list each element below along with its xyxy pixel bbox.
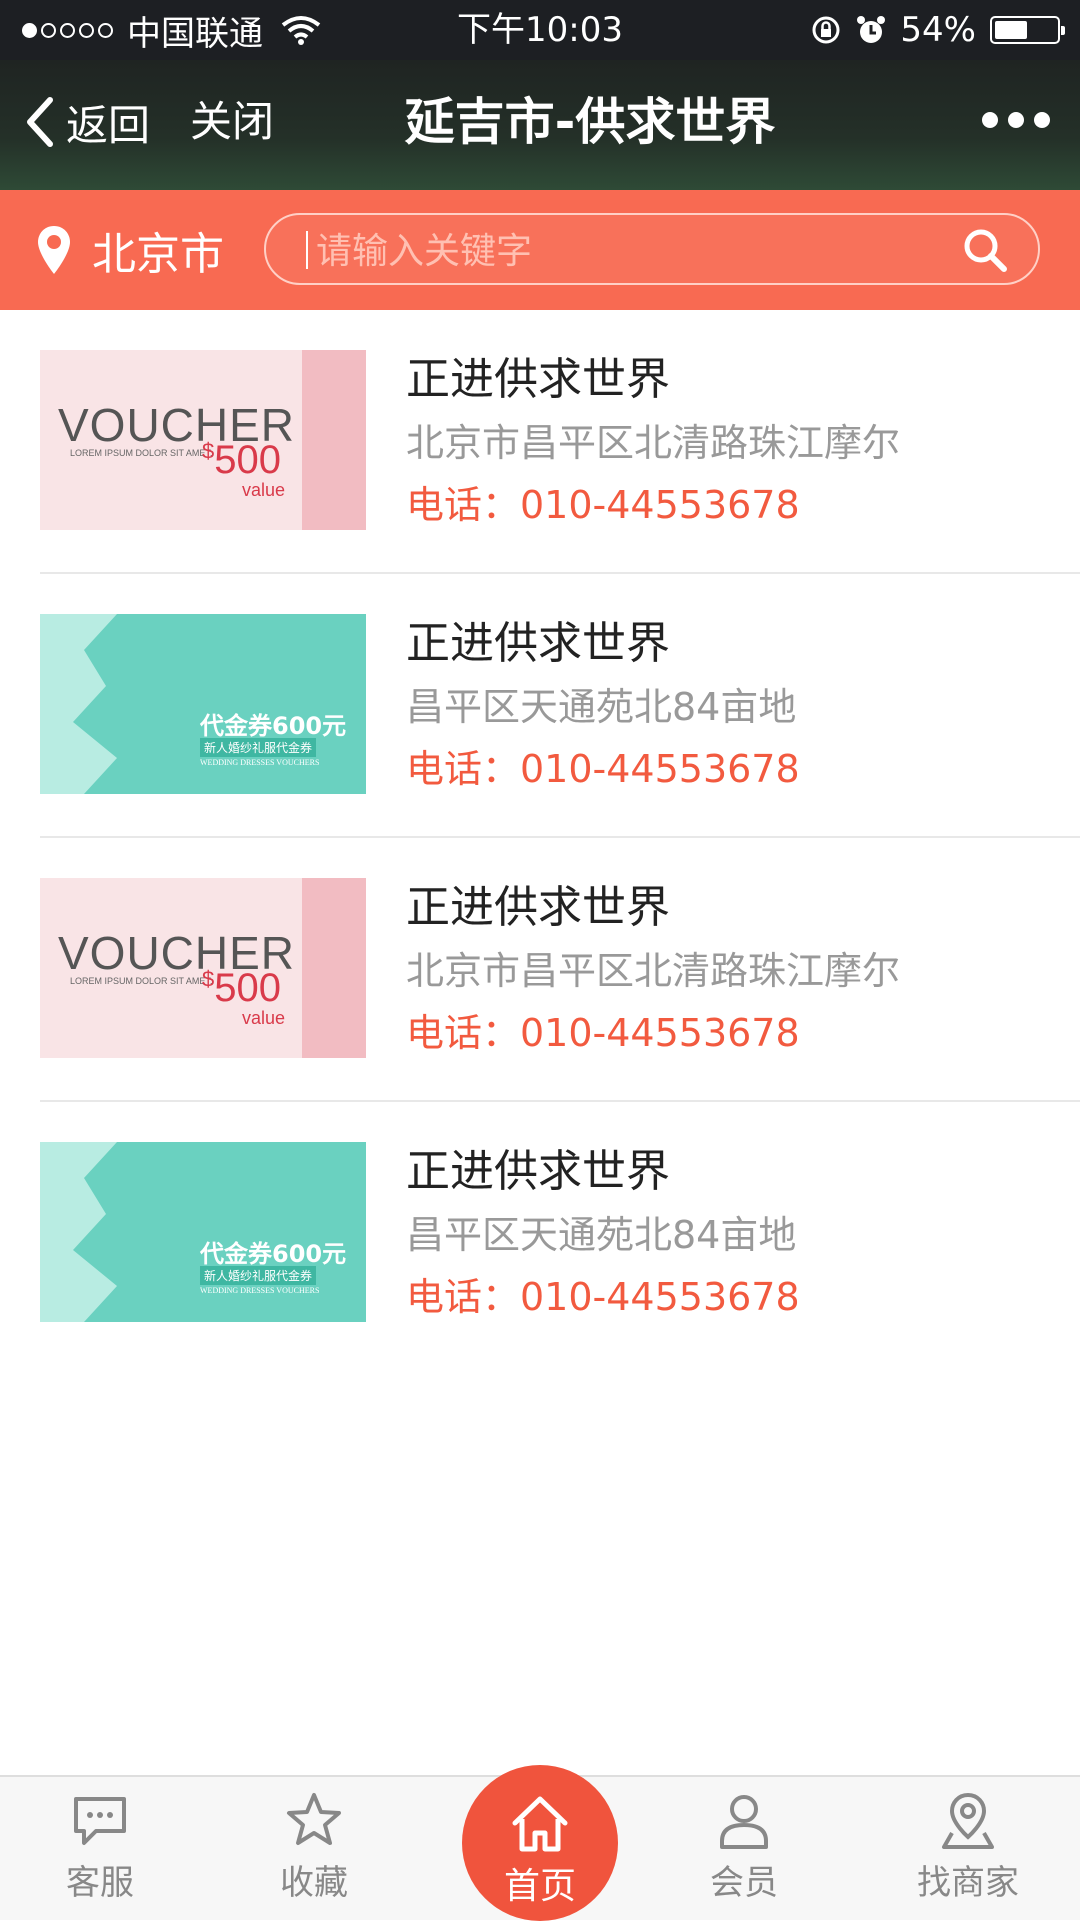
battery-percent: 54% (900, 10, 976, 50)
chevron-left-icon (27, 97, 53, 147)
status-bar: 中国联通 下午10:03 54% (0, 0, 1080, 60)
merchant-address: 昌平区天通苑北84亩地 (406, 1213, 797, 1257)
list-item[interactable]: VOUCHER LOREM IPSUM DOLOR SIT AMET, $500… (40, 310, 1080, 574)
page-title: 延吉市-供求世界 (404, 93, 776, 151)
map-pin-icon (942, 1792, 994, 1849)
voucher-lorem: LOREM IPSUM DOLOR SIT AMET, (70, 976, 213, 986)
list-item[interactable]: VOUCHER LOREM IPSUM DOLOR SIT AMET, $500… (40, 838, 1080, 1102)
merchant-info: 正进供求世界 昌平区天通苑北84亩地 电话：010-44553678 (406, 614, 1080, 798)
rotation-lock-icon (812, 16, 840, 44)
merchant-name: 正进供求世界 (406, 354, 670, 405)
search-icon[interactable] (962, 227, 1008, 273)
tab-favorites-label: 收藏 (280, 1863, 348, 1903)
location-pin-icon (38, 226, 70, 274)
search-bar: 北京市 (0, 190, 1080, 310)
tab-home[interactable]: 首页 (462, 1765, 618, 1921)
voucher-thumbnail[interactable]: VOUCHER LOREM IPSUM DOLOR SIT AMET, $500… (40, 878, 366, 1058)
tab-service[interactable]: 客服 (30, 1791, 170, 1904)
voucher-thumbnail[interactable]: 代金券600元 新人婚纱礼服代金券 WEDDING DRESSES VOUCHE… (40, 614, 366, 794)
voucher-amount: $500 (202, 438, 281, 483)
merchant-info: 正进供求世界 昌平区天通苑北84亩地 电话：010-44553678 (406, 1142, 1080, 1326)
merchant-phone[interactable]: 电话：010-44553678 (406, 740, 1080, 798)
star-icon (287, 1793, 341, 1845)
voucher-amount-value: 500 (214, 438, 281, 482)
navigation-bar: 返回 关闭 延吉市-供求世界 (0, 60, 1080, 190)
voucher-title: 代金券600元 (200, 1240, 347, 1268)
voucher-thumbnail[interactable]: VOUCHER LOREM IPSUM DOLOR SIT AMET, $500… (40, 350, 366, 530)
voucher-value: value (242, 480, 286, 500)
close-button[interactable]: 关闭 (190, 90, 274, 154)
merchant-address: 北京市昌平区北清路珠江摩尔 (406, 421, 901, 465)
city-selector[interactable]: 北京市 (36, 218, 224, 282)
more-options-icon[interactable] (982, 112, 1050, 128)
merchant-name: 正进供求世界 (406, 618, 670, 669)
user-icon (720, 1795, 768, 1849)
tab-home-label: 首页 (503, 1866, 576, 1907)
search-input[interactable] (314, 225, 918, 277)
voucher-subtitle: 新人婚纱礼服代金券 (200, 1266, 317, 1285)
voucher-english: WEDDING DRESSES VOUCHERS (200, 1286, 320, 1295)
tab-member-label: 会员 (710, 1863, 778, 1903)
chat-bubble-icon (74, 1797, 126, 1845)
alarm-icon (857, 16, 886, 43)
voucher-subtitle: 新人婚纱礼服代金券 (200, 738, 317, 757)
voucher-currency: $ (202, 438, 215, 464)
voucher-amount-value: 500 (214, 966, 281, 1010)
merchant-info: 正进供求世界 北京市昌平区北清路珠江摩尔 电话：010-44553678 (406, 878, 1080, 1062)
home-icon (512, 1796, 568, 1852)
text-caret (306, 231, 308, 269)
voucher-lorem: LOREM IPSUM DOLOR SIT AMET, (70, 448, 213, 458)
merchant-info: 正进供求世界 北京市昌平区北清路珠江摩尔 电话：010-44553678 (406, 350, 1080, 534)
merchant-phone[interactable]: 电话：010-44553678 (406, 1268, 1080, 1326)
merchant-name: 正进供求世界 (406, 882, 670, 933)
merchant-address: 昌平区天通苑北84亩地 (406, 685, 797, 729)
merchant-list: VOUCHER LOREM IPSUM DOLOR SIT AMET, $500… (0, 310, 1080, 1364)
tab-find-merchant[interactable]: 找商家 (898, 1791, 1038, 1904)
voucher-title: 代金券600元 (200, 712, 347, 740)
back-button[interactable]: 返回 (22, 90, 150, 154)
tab-member[interactable]: 会员 (674, 1791, 814, 1904)
voucher-currency: $ (202, 966, 215, 992)
voucher-english: WEDDING DRESSES VOUCHERS (200, 758, 320, 767)
city-label: 北京市 (92, 229, 224, 280)
list-item[interactable]: 代金券600元 新人婚纱礼服代金券 WEDDING DRESSES VOUCHE… (40, 1102, 1080, 1364)
merchant-phone[interactable]: 电话：010-44553678 (406, 476, 1080, 534)
tab-favorites[interactable]: 收藏 (244, 1791, 384, 1904)
tab-service-label: 客服 (66, 1863, 134, 1903)
voucher-value: value (242, 1008, 286, 1028)
battery-icon (990, 16, 1065, 44)
merchant-name: 正进供求世界 (406, 1146, 670, 1197)
back-label: 返回 (66, 100, 151, 150)
voucher-amount: $500 (202, 966, 281, 1011)
list-item[interactable]: 代金券600元 新人婚纱礼服代金券 WEDDING DRESSES VOUCHE… (40, 574, 1080, 838)
merchant-address: 北京市昌平区北清路珠江摩尔 (406, 949, 901, 993)
search-field[interactable] (264, 213, 1040, 285)
tab-find-merchant-label: 找商家 (917, 1863, 1019, 1903)
merchant-phone[interactable]: 电话：010-44553678 (406, 1004, 1080, 1062)
voucher-thumbnail[interactable]: 代金券600元 新人婚纱礼服代金券 WEDDING DRESSES VOUCHE… (40, 1142, 366, 1322)
tab-bar: 客服 收藏 首页 会员 找商家 (0, 1765, 1080, 1921)
status-right: 54% (810, 8, 1065, 52)
